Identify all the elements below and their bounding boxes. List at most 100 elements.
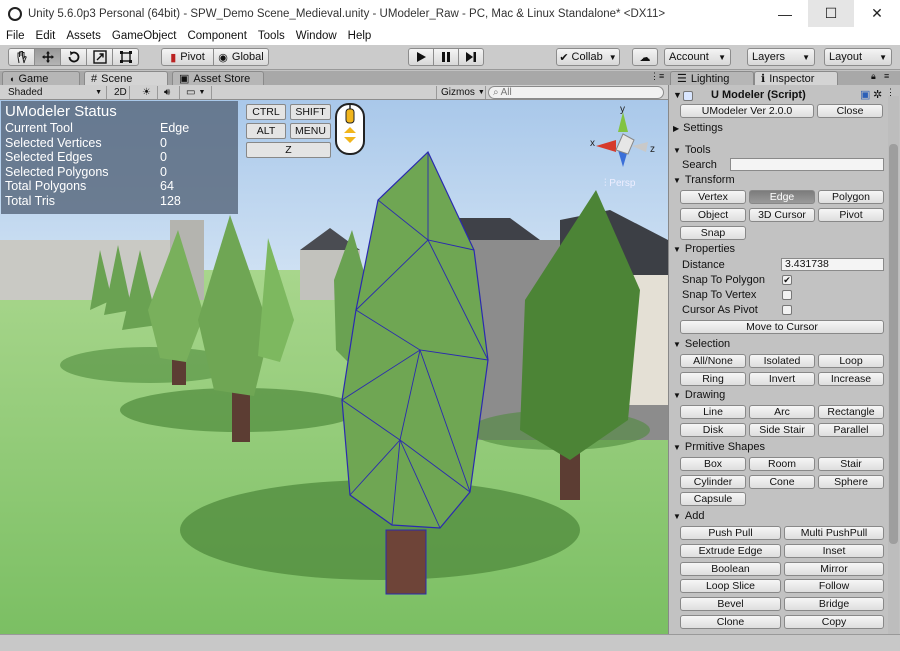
increase-button[interactable]: Increase [818,372,884,386]
primitive-shapes-foldout[interactable]: ▼ Prmitive Shapes [673,441,765,453]
menu-gameobject[interactable]: GameObject [112,30,177,42]
tab-lighting[interactable]: ☰ Lighting [670,71,754,85]
multi-push-pull-button[interactable]: Multi PushPull [784,526,884,540]
box-button[interactable]: Box [680,457,746,471]
3d-cursor-button[interactable]: 3D Cursor [749,208,815,222]
move-to-cursor-button[interactable]: Move to Cursor [680,320,884,334]
invert-button[interactable]: Invert [749,372,815,386]
side-stair-button[interactable]: Side Stair [749,423,815,437]
lock-icon[interactable]: 🔒︎ [871,71,876,82]
cloud-button[interactable]: ☁ [632,48,658,66]
extrude-edge-button[interactable]: Extrude Edge [680,544,781,558]
scene-viewport[interactable]: UModeler Status Current Tool Edge Selecte… [0,100,668,634]
follow-button[interactable]: Follow [784,579,884,593]
rect-tool-button[interactable] [112,48,139,66]
rotate-tool-button[interactable] [60,48,87,66]
add-foldout[interactable]: ▼ Add [673,510,705,522]
bevel-button[interactable]: Bevel [680,597,781,611]
polygon-mode-button[interactable]: Polygon [818,190,884,204]
arc-button[interactable]: Arc [749,405,815,419]
room-button[interactable]: Room [749,457,815,471]
tab-asset-store[interactable]: ▣ Asset Store [172,71,264,85]
rectangle-button[interactable]: Rectangle [818,405,884,419]
loop-slice-button[interactable]: Loop Slice [680,579,781,593]
menu-window[interactable]: Window [296,30,337,42]
boolean-button[interactable]: Boolean [680,562,781,576]
gear-icon[interactable]: ✲ [873,88,882,101]
hand-tool-button[interactable] [8,48,35,66]
help-icon[interactable]: ▣ [860,88,870,101]
layout-dropdown[interactable]: Layout ▼ [824,48,892,66]
shading-mode-dropdown[interactable]: Shaded ▼ [4,86,107,99]
step-button[interactable] [458,48,484,66]
vertex-mode-button[interactable]: Vertex [680,190,746,204]
mode-2d-toggle[interactable]: 2D [110,86,130,99]
move-tool-button[interactable] [34,48,61,66]
foldout-arrow-icon[interactable]: ▼ [673,90,682,100]
maximize-button[interactable]: ☐ [808,0,854,27]
properties-foldout[interactable]: ▼ Properties [673,243,735,255]
play-button[interactable] [408,48,434,66]
tab-menu-icon[interactable]: ⋮≡ [650,71,664,82]
layers-dropdown[interactable]: Layers ▼ [747,48,815,66]
mirror-button[interactable]: Mirror [784,562,884,576]
account-dropdown[interactable]: Account ▼ [664,48,731,66]
close-tool-button[interactable]: Close [817,104,883,118]
edge-mode-button[interactable]: Edge [749,190,815,204]
pause-button[interactable] [433,48,459,66]
pivot-button[interactable]: Pivot [818,208,884,222]
snap-to-polygon-checkbox[interactable]: ✔ [782,275,792,285]
version-button[interactable]: UModeler Ver 2.0.0 [680,104,814,118]
ring-button[interactable]: Ring [680,372,746,386]
transform-foldout[interactable]: ▼ Transform [673,174,735,186]
global-toggle[interactable]: ◉ Global [213,48,269,66]
drawing-foldout[interactable]: ▼ Drawing [673,389,725,401]
distance-field[interactable]: 3.431738 [781,258,884,271]
tab-inspector[interactable]: ℹ Inspector [754,71,838,85]
tools-foldout[interactable]: ▼ Tools [673,144,711,156]
scene-search-input[interactable]: ⌕ All [488,86,664,99]
menu-assets[interactable]: Assets [66,30,101,42]
inspector-scrollbar[interactable] [888,96,899,634]
scrollbar-thumb[interactable] [889,144,898,544]
pivot-toggle[interactable]: ▮ Pivot [161,48,214,66]
tab-game[interactable]: ◖ Game [2,71,80,85]
menu-component[interactable]: Component [187,30,246,42]
effects-dropdown[interactable]: ▭ ▼ [182,86,212,99]
menu-edit[interactable]: Edit [36,30,56,42]
projection-label[interactable]: ⫶ Persp [604,178,635,189]
capsule-button[interactable]: Capsule [680,492,746,506]
cone-button[interactable]: Cone [749,475,815,489]
minimize-button[interactable]: — [762,0,808,27]
gizmos-dropdown[interactable]: Gizmos ▼ [436,86,486,99]
audio-toggle[interactable]: 🔊︎ [160,86,180,99]
tab-menu-icon[interactable]: ≡ [884,71,889,81]
close-window-button[interactable]: ✕ [854,0,900,27]
menu-help[interactable]: Help [348,30,372,42]
cylinder-button[interactable]: Cylinder [680,475,746,489]
scale-tool-button[interactable] [86,48,113,66]
inset-button[interactable]: Inset [784,544,884,558]
bridge-button[interactable]: Bridge [784,597,884,611]
sphere-button[interactable]: Sphere [818,475,884,489]
copy-button[interactable]: Copy [784,615,884,629]
tool-search-input[interactable] [730,158,884,171]
settings-foldout[interactable]: ▶ Settings [673,122,723,134]
loop-button[interactable]: Loop [818,354,884,368]
collab-dropdown[interactable]: ✔ Collab ▼ [556,48,620,66]
menu-file[interactable]: File [6,30,25,42]
object-mode-button[interactable]: Object [680,208,746,222]
cursor-as-pivot-checkbox[interactable] [782,305,792,315]
all-none-button[interactable]: All/None [680,354,746,368]
push-pull-button[interactable]: Push Pull [680,526,781,540]
parallel-button[interactable]: Parallel [818,423,884,437]
isolated-button[interactable]: Isolated [749,354,815,368]
disk-button[interactable]: Disk [680,423,746,437]
stair-button[interactable]: Stair [818,457,884,471]
tab-scene[interactable]: # Scene [84,71,168,85]
selection-foldout[interactable]: ▼ Selection [673,338,730,350]
line-button[interactable]: Line [680,405,746,419]
clone-button[interactable]: Clone [680,615,781,629]
menu-tools[interactable]: Tools [258,30,285,42]
lighting-toggle[interactable]: ☀ [138,86,158,99]
